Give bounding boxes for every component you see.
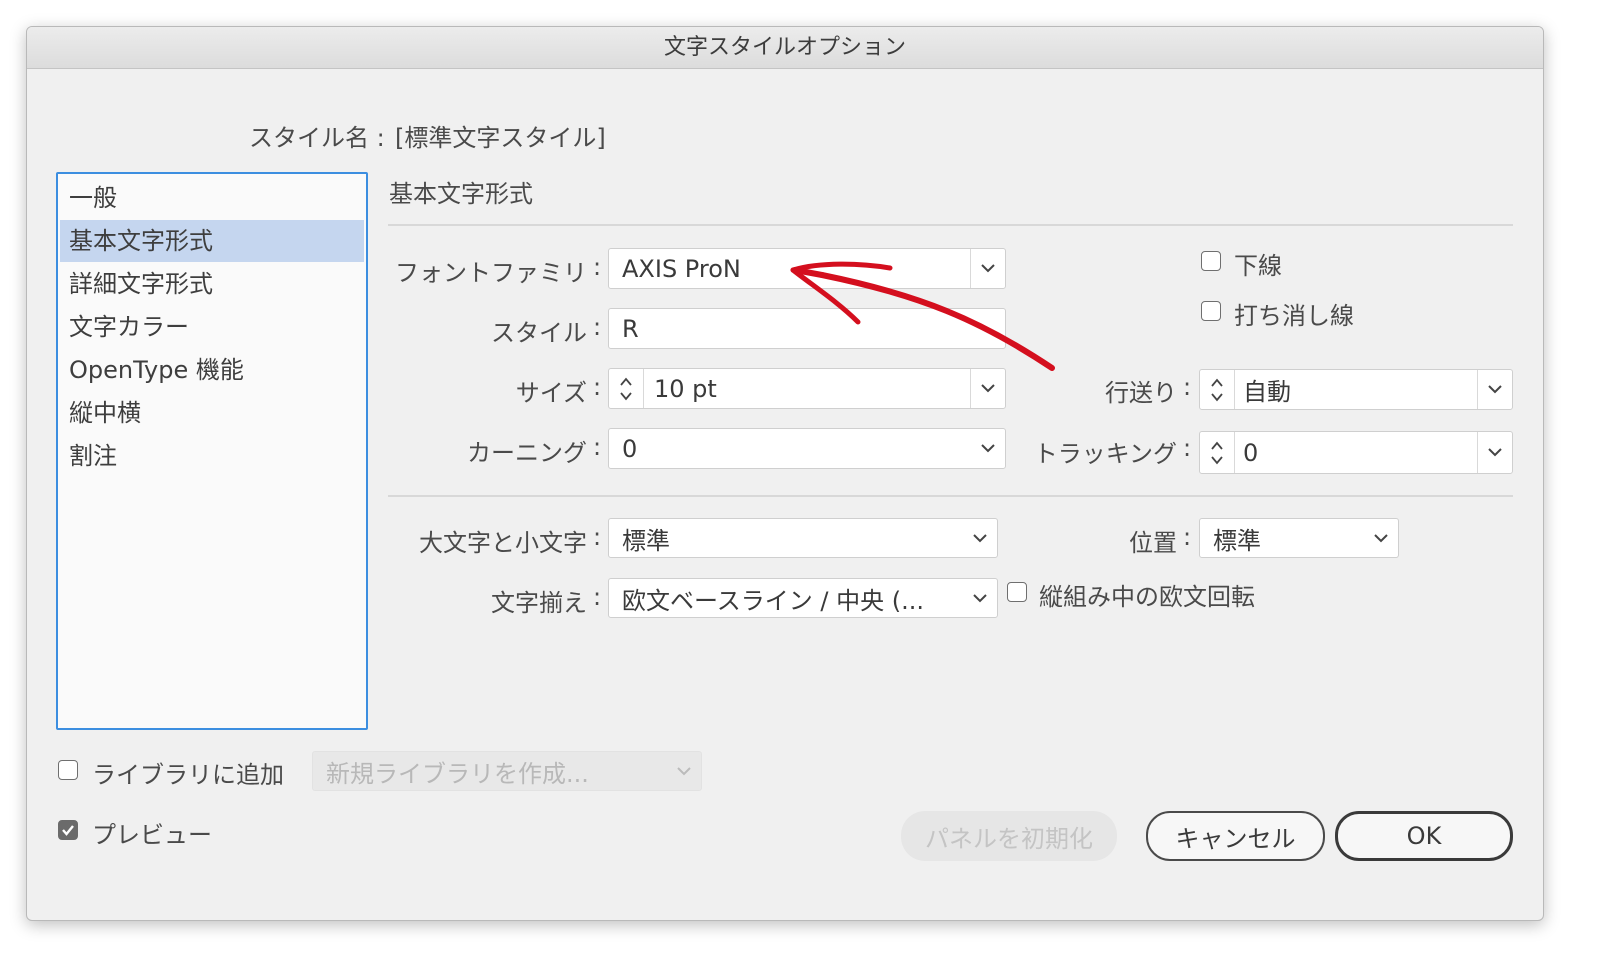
arrow-annotation <box>790 261 1055 371</box>
